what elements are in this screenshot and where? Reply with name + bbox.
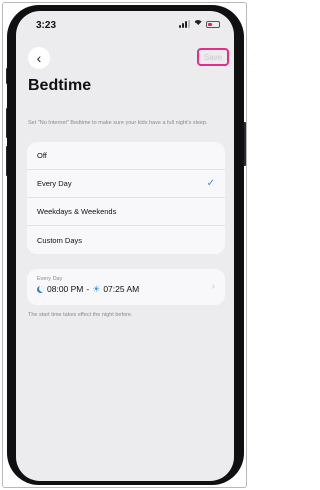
option-every-day[interactable]: Every Day ✓ xyxy=(27,170,225,198)
page-description: Set "No Internet" Bedtime to make sure y… xyxy=(28,120,208,126)
back-button[interactable]: ‹ xyxy=(28,47,50,69)
save-button[interactable]: Save xyxy=(197,48,229,66)
option-label: Custom Days xyxy=(37,235,83,245)
bedtime-options-list: Off Every Day ✓ Weekdays & Weekends Cust… xyxy=(27,142,225,254)
schedule-start-time: 08:00 PM xyxy=(47,284,84,294)
bedtime-schedule-row[interactable]: Every Day 08:00 PM - ☀ 07:25 AM › xyxy=(27,269,225,305)
option-weekdays-weekends[interactable]: Weekdays & Weekends xyxy=(27,198,225,226)
battery-icon xyxy=(206,20,220,28)
footer-note: The start time takes effect the night be… xyxy=(28,312,133,318)
status-icons xyxy=(179,20,220,28)
signal-icon xyxy=(179,20,190,28)
option-label: Every Day xyxy=(37,179,72,188)
schedule-label: Every Day xyxy=(37,276,63,282)
option-custom-days[interactable]: Custom Days xyxy=(27,226,225,254)
status-time: 3:23 xyxy=(36,20,57,31)
checkmark-icon: ✓ xyxy=(206,178,215,189)
chevron-left-icon: ‹ xyxy=(36,50,42,66)
option-label: Off xyxy=(37,151,47,160)
sun-icon: ☀ xyxy=(92,283,101,294)
option-off[interactable]: Off xyxy=(27,142,225,170)
schedule-end-time: 07:25 AM xyxy=(103,284,140,294)
option-label: Weekdays & Weekends xyxy=(37,207,117,216)
app-screen: 3:23 ‹ Save Bedtime Set "No Internet" Be… xyxy=(16,11,234,481)
page-title: Bedtime xyxy=(28,77,92,94)
moon-icon xyxy=(37,285,44,293)
wifi-icon xyxy=(193,20,203,28)
schedule-separator: - xyxy=(86,284,90,294)
chevron-right-icon: › xyxy=(211,281,215,292)
schedule-time-range: 08:00 PM - ☀ 07:25 AM xyxy=(37,284,215,294)
